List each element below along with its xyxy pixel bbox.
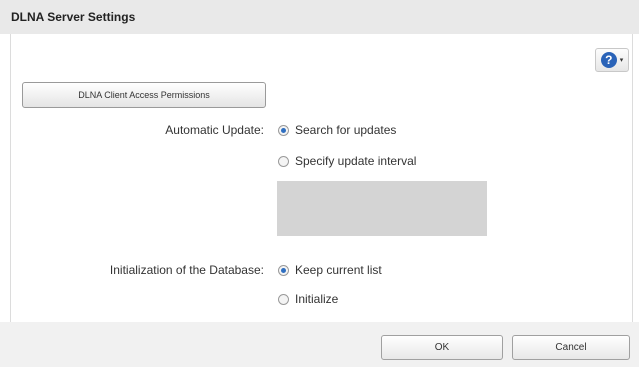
radio-button[interactable] — [278, 293, 289, 305]
radio-label: Specify update interval — [295, 154, 417, 168]
help-icon: ? — [600, 52, 617, 68]
dlna-client-access-permissions-button[interactable]: DLNA Client Access Permissions — [22, 82, 266, 108]
ok-button[interactable]: OK — [381, 335, 503, 360]
dialog-content — [10, 34, 633, 323]
radio-search-for-updates[interactable]: Search for updates — [278, 123, 396, 137]
chevron-down-icon: ▾ — [619, 57, 624, 64]
automatic-update-label: Automatic Update: — [165, 123, 264, 137]
radio-button-selected[interactable] — [278, 124, 289, 136]
radio-specify-update-interval[interactable]: Specify update interval — [278, 154, 416, 168]
help-dropdown-button[interactable]: ? ▾ — [595, 48, 629, 72]
radio-initialize[interactable]: Initialize — [278, 292, 338, 306]
update-interval-field-disabled — [277, 181, 487, 236]
database-init-label: Initialization of the Database: — [109, 263, 264, 277]
radio-label: Keep current list — [295, 263, 382, 277]
dlna-server-settings-dialog: DLNA Server Settings ? ▾ DLNA Client Acc… — [0, 0, 639, 367]
radio-label: Search for updates — [295, 123, 397, 137]
radio-button-selected[interactable] — [278, 264, 289, 276]
dialog-title: DLNA Server Settings — [11, 10, 136, 24]
dialog-titlebar: DLNA Server Settings — [0, 0, 639, 34]
cancel-button[interactable]: Cancel — [512, 335, 630, 360]
radio-keep-current-list[interactable]: Keep current list — [278, 263, 382, 277]
radio-button[interactable] — [278, 155, 289, 167]
radio-label: Initialize — [295, 292, 339, 306]
